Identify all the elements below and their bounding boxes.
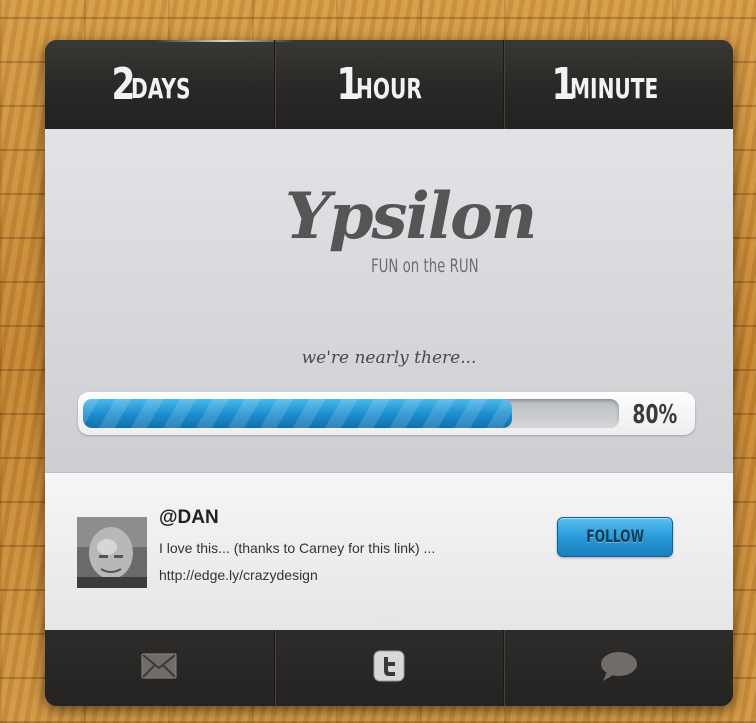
progress-percent: 80% [632,400,677,430]
envelope-icon [141,653,177,684]
logo-wordmark: Ypsilon [285,179,537,254]
logo-tagline: FUN on the RUN [371,255,479,277]
countdown-minutes-unit: MINUTE [570,71,659,105]
progress-container: 80% [78,392,695,435]
nav-email[interactable] [45,630,274,706]
speech-bubble-icon [599,650,639,687]
follow-button[interactable]: FOLLOW [557,517,673,557]
countdown-hours: 1 HOUR [273,40,504,129]
nav-comments[interactable] [503,630,733,706]
status-message: we're nearly there... [301,348,477,368]
brand-logo: Ypsilon FUN on the RUN [285,179,537,289]
countdown-bar: 2 DAYS 1 HOUR 1 MINUTE [45,40,733,129]
tweet-link[interactable]: http://edge.ly/crazydesign [159,567,318,583]
progress-track [83,399,619,428]
tweet-card: @DAN I love this... (thanks to Carney fo… [45,472,733,631]
follow-button-label: FOLLOW [586,527,644,547]
countdown-hours-unit: HOUR [356,71,422,105]
countdown-days: 2 DAYS [45,40,274,129]
twitter-icon [373,650,405,687]
countdown-widget: 2 DAYS 1 HOUR 1 MINUTE Ypsilon FUN on th… [45,40,733,706]
main-panel: Ypsilon FUN on the RUN we're nearly ther… [45,129,733,472]
bottom-nav [45,630,733,706]
avatar-image [77,517,147,588]
tweet-handle[interactable]: @DAN [159,507,219,529]
nav-twitter[interactable] [273,630,504,706]
avatar[interactable] [77,517,147,588]
countdown-minutes: 1 MINUTE [503,40,733,129]
countdown-days-unit: DAYS [130,71,191,105]
tweet-text: I love this... (thanks to Carney for thi… [159,540,436,556]
progress-fill [83,399,512,428]
